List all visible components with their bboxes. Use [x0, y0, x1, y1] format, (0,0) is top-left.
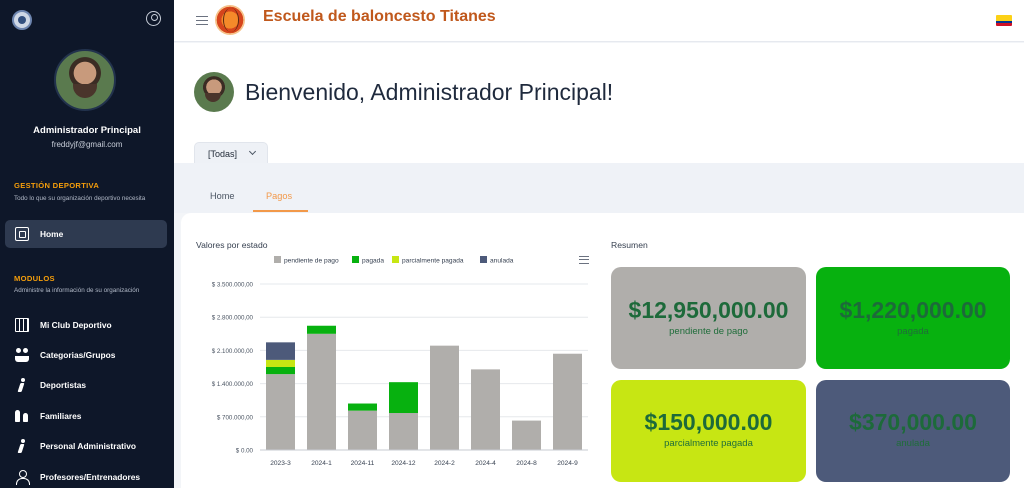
sidebar-item-label: Mi Club Deportivo: [40, 320, 112, 330]
card-amount: $1,220,000.00: [839, 297, 987, 323]
bar-segment: [266, 342, 295, 360]
sidebar-item-familiares[interactable]: Familiares: [0, 404, 174, 428]
avatar: [54, 49, 116, 111]
y-tick-label: $ 1.400.000,00: [212, 381, 254, 388]
summary-card-parcial: $150,000.00 parcialmente pagada: [611, 380, 806, 482]
document-icon: [15, 227, 29, 241]
active-tab-indicator: [253, 210, 308, 212]
user-icon: [15, 470, 30, 485]
user-name: Administrador Principal: [33, 125, 141, 136]
group-icon: [15, 348, 29, 362]
bar-chart: $ 0.00 $ 700.000,00 $ 1.400.000,00 $ 2.100.…: [212, 256, 588, 467]
y-tick-label: $ 2.800.000,00: [212, 315, 254, 322]
legend-label: anulada: [490, 258, 514, 265]
x-tick-label: 2024-11: [351, 460, 375, 467]
sidebar-item-profesores[interactable]: Profesores/Entrenadores: [0, 465, 174, 488]
legend-label: pendiente de pago: [284, 258, 339, 265]
card-label: parcialmente pagada: [664, 438, 753, 449]
y-tick-label: $ 700.000,00: [217, 414, 254, 421]
filter-dropdown[interactable]: [Todas]: [194, 142, 268, 164]
user-email: freddyjf@gmail.com: [51, 140, 123, 149]
sidebar-header: [0, 0, 174, 38]
section-title-gestion: GESTIÓN DEPORTIVA: [14, 181, 100, 190]
bar-segment: [430, 345, 459, 450]
sidebar-item-personal[interactable]: Personal Administrativo: [0, 434, 174, 458]
top-bar: Escuela de baloncesto Titanes: [174, 0, 1024, 42]
x-tick-label: 2024-12: [391, 460, 416, 467]
sidebar-item-label: Profesores/Entrenadores: [40, 472, 141, 482]
legend-label: parcialmente pagada: [402, 258, 464, 265]
sidebar: Administrador Principal freddyjf@gmail.c…: [0, 0, 174, 488]
chevron-down-icon: [248, 147, 257, 156]
card-amount: $150,000.00: [644, 409, 773, 435]
x-tick-label: 2024-1: [311, 460, 332, 467]
sidebar-item-categorias[interactable]: Categorias/Grupos: [0, 343, 174, 367]
card-amount: $12,950,000.00: [628, 297, 789, 323]
bar-segment: [471, 369, 500, 450]
legend-swatch: [352, 256, 359, 263]
building-icon: [15, 318, 29, 332]
app-title: Escuela de baloncesto Titanes: [263, 8, 496, 25]
account-icon[interactable]: [146, 11, 161, 26]
bar-segment: [266, 359, 295, 367]
y-tick-label: $ 2.100.000,00: [212, 348, 254, 355]
bar-segment: [348, 410, 377, 450]
page-title: Bienvenido, Administrador Principal!: [245, 79, 614, 105]
tab-home[interactable]: Home: [210, 191, 235, 201]
chart-title: Valores por estado: [196, 240, 268, 250]
avatar: [194, 72, 234, 112]
legend-swatch: [480, 256, 487, 263]
bar-segment: [266, 374, 295, 450]
summary-card-pendiente: $12,950,000.00 pendiente de pago: [611, 267, 806, 369]
summary-card-anulada: $370,000.00 anulada: [816, 380, 1010, 482]
x-tick-label: 2024-4: [475, 460, 496, 467]
sidebar-item-label: Familiares: [40, 411, 82, 421]
bar-segment: [389, 413, 418, 450]
club-logo: [215, 5, 245, 35]
sidebar-item-label: Categorias/Grupos: [40, 350, 116, 360]
sidebar-item-deportistas[interactable]: Deportistas: [0, 373, 174, 397]
summary-title: Resumen: [611, 240, 648, 250]
card-amount: $370,000.00: [849, 409, 977, 435]
legend-label: pagada: [362, 258, 384, 265]
section-desc-modulos: Administre la información de su organiza…: [14, 287, 140, 294]
section-desc-gestion: Todo lo que su organización deportivo ne…: [14, 195, 146, 202]
tab-bar: Home Pagos: [174, 163, 1024, 213]
sidebar-item-label: Deportistas: [40, 380, 87, 390]
language-flag-icon[interactable]: [996, 15, 1012, 26]
sidebar-item-home[interactable]: Home: [0, 222, 174, 246]
legend-swatch: [392, 256, 399, 263]
x-tick-label: 2023-3: [270, 460, 291, 467]
y-tick-label: $ 3.500.000,00: [212, 282, 254, 289]
menu-icon[interactable]: [196, 16, 208, 25]
summary-card-pagada: $1,220,000.00 pagada: [816, 267, 1010, 369]
y-tick-label: $ 0.00: [236, 448, 254, 455]
filter-value: [Todas]: [208, 149, 238, 159]
sidebar-item-club[interactable]: Mi Club Deportivo: [0, 313, 174, 337]
tab-pagos[interactable]: Pagos: [266, 191, 292, 201]
sidebar-item-label: Personal Administrativo: [40, 441, 137, 451]
runner-icon: [15, 378, 29, 392]
bar-segment: [553, 353, 582, 450]
bar-segment: [389, 382, 418, 414]
x-tick-label: 2024-8: [516, 460, 537, 467]
bar-segment: [266, 367, 295, 375]
card-label: pendiente de pago: [669, 326, 748, 337]
bar-segment: [307, 325, 336, 334]
bar-segment: [307, 333, 336, 450]
family-icon: [15, 409, 29, 423]
bar-segment: [512, 420, 541, 450]
x-tick-label: 2024-2: [434, 460, 455, 467]
sidebar-item-label: Home: [40, 229, 64, 239]
logo-icon[interactable]: [12, 10, 32, 30]
card-label: anulada: [896, 438, 930, 449]
card-label: pagada: [897, 326, 929, 337]
x-tick-label: 2024-9: [557, 460, 578, 467]
section-title-modulos: MODULOS: [14, 274, 55, 283]
welcome-header: Bienvenido, Administrador Principal!: [174, 43, 1024, 163]
staff-icon: [15, 439, 29, 453]
bar-segment: [348, 403, 377, 411]
legend-swatch: [274, 256, 281, 263]
